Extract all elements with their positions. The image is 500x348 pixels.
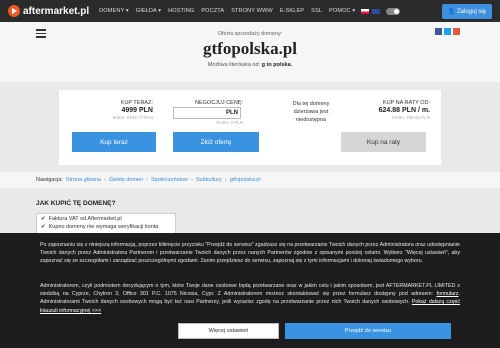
nav-poczta[interactable]: POCZTA <box>201 8 224 14</box>
nav-strony-www[interactable]: STRONY WWW <box>231 8 273 14</box>
buy-now-gross: brutto: 6148.77 PLN <box>112 115 153 120</box>
consent-partners-text: Administratorami Twoich danych osobowych… <box>40 299 410 306</box>
chevron-right-icon: › <box>104 177 106 183</box>
installments-price: 624.88 PLN / m. <box>378 107 430 114</box>
language-switcher <box>361 7 401 15</box>
nav-pomoc[interactable]: POMOC ▾ <box>329 8 355 14</box>
list-item: ✔ Faktura VAT od Aftermarket.pl <box>41 216 171 222</box>
offer-label: Oferta sprzedaży domeny: <box>217 31 283 37</box>
accept-button[interactable]: Przejdź do serwisu <box>285 323 451 339</box>
buy-now-label: KUP TERAZ: <box>120 100 153 106</box>
nav-hosting[interactable]: HOSTING <box>168 8 194 14</box>
breadcrumb-society[interactable]: Społeczeństwo <box>151 177 188 183</box>
installments-label: KUP NA RATY OD: <box>382 100 430 106</box>
theme-toggle[interactable] <box>386 7 401 15</box>
installments-gross: brutto: 768.60 PLN <box>392 115 430 120</box>
typo-prefix: Możliwa literówka od: <box>207 62 261 68</box>
chevron-right-icon: › <box>224 177 227 183</box>
check-icon: ✔ <box>41 216 46 222</box>
installments-block: KUP NA RATY OD: 624.88 PLN / m. brutto: … <box>349 100 430 120</box>
logo-icon <box>8 5 20 17</box>
brand-name: aftermarket.pl <box>23 5 90 17</box>
breadcrumb-home[interactable]: Strona główna <box>66 177 101 183</box>
breadcrumb-exchange[interactable]: Giełda domen <box>109 177 143 183</box>
typo-value: g to polska. <box>261 62 293 68</box>
nav-domeny[interactable]: DOMENY ▾ <box>99 8 129 14</box>
top-navbar: aftermarket.pl DOMENY ▾ GIEŁDA ▾ HOSTING… <box>0 0 500 22</box>
howto-item-text: Kupno domeny nie wymaga weryfikacji kont… <box>48 224 159 230</box>
breadcrumb-label: Nawigacja: <box>36 177 63 183</box>
domain-title: gtfopolska.pl <box>203 39 297 58</box>
typo-hint: Możliwa literówka od: g to polska. <box>0 62 500 68</box>
buy-now-block: KUP TERAZ: 4999 PLN brutto: 6148.77 PLN <box>72 100 153 120</box>
buy-now-price: 4999 PLN <box>121 107 153 114</box>
consent-paragraph-2: Administratorem, czyli podmiotem decyduj… <box>40 283 460 314</box>
nav-e-sklep[interactable]: E-SKLEP <box>280 8 304 14</box>
check-icon: ✔ <box>41 224 46 230</box>
negotiate-currency: PLN <box>226 110 238 116</box>
domain-header: Oferta sprzedaży domeny: gtfopolska.pl M… <box>0 22 500 82</box>
flag-en-icon[interactable] <box>372 8 381 14</box>
howto-title: JAK KUPIĆ TĘ DOMENĘ? <box>36 200 116 207</box>
breadcrumb-current[interactable]: gtfopolska.pl <box>230 177 261 183</box>
buy-now-button[interactable]: Kup teraz <box>72 132 156 152</box>
login-button[interactable]: 👤 Zaloguj się <box>441 3 492 19</box>
negotiate-gross: brutto: 0 PLN <box>216 120 243 125</box>
make-offer-button[interactable]: Złóż ofertę <box>173 132 259 152</box>
login-label: Zaloguj się <box>456 8 486 15</box>
consent-admin-text: Administratorem, czyli podmiotem decyduj… <box>40 283 460 298</box>
negotiate-label: NEGOCJUJ CENĘ: <box>195 100 243 106</box>
user-icon: 👤 <box>447 8 456 15</box>
chevron-right-icon: › <box>191 177 193 183</box>
howto-item-text: Faktura VAT od Aftermarket.pl <box>48 216 122 222</box>
brand-logo[interactable]: aftermarket.pl <box>8 5 89 17</box>
breadcrumb: Nawigacja: Strona główna › Giełda domen … <box>0 172 500 188</box>
nav-gielda[interactable]: GIEŁDA ▾ <box>136 8 161 14</box>
more-settings-button[interactable]: Więcej ustawień <box>178 323 279 339</box>
list-item: ✔ Kupno domeny nie wymaga weryfikacji ko… <box>41 224 171 230</box>
breadcrumb-subcultures[interactable]: Subkultury <box>196 177 222 183</box>
installments-button[interactable]: Kup na raty <box>341 132 426 152</box>
nav-ssl[interactable]: SSL <box>311 8 322 14</box>
main-nav: DOMENY ▾ GIEŁDA ▾ HOSTING POCZTA STRONY … <box>99 8 355 14</box>
chevron-right-icon: › <box>146 177 149 183</box>
negotiate-price-input[interactable]: PLN <box>173 107 241 119</box>
flag-pl-icon[interactable] <box>361 8 370 14</box>
pricing-panel: KUP TERAZ: 4999 PLN brutto: 6148.77 PLN … <box>59 90 441 165</box>
contact-form-link[interactable]: formularz <box>436 291 458 297</box>
lease-info: Dla tej domeny dzierżawa jest niedostępn… <box>292 101 330 123</box>
negotiate-block: NEGOCJUJ CENĘ: PLN brutto: 0 PLN <box>173 100 243 125</box>
consent-paragraph-1: Po zapoznaniu się z niniejszą informacją… <box>40 242 460 265</box>
